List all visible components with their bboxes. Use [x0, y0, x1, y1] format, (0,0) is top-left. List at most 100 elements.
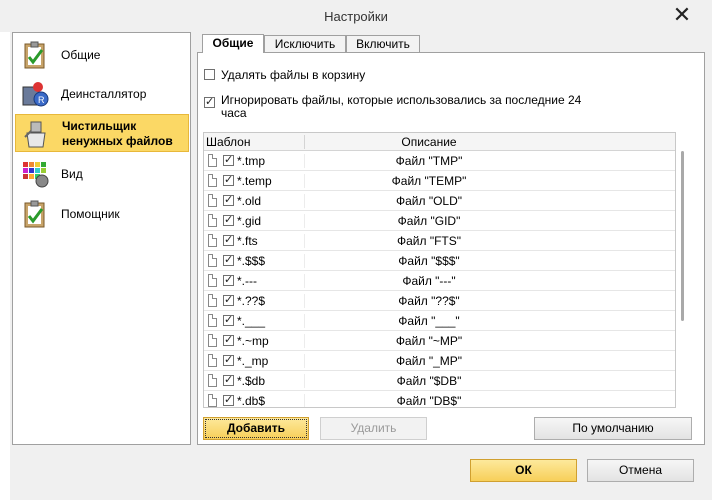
sidebar-item-assistant[interactable]: Помощник — [15, 195, 189, 233]
ok-button[interactable]: ОК — [470, 459, 577, 482]
view-palette-icon — [23, 162, 49, 188]
table-row[interactable]: *.fts Файл "FTS" — [204, 231, 675, 251]
document-icon — [208, 234, 217, 247]
row-description: Файл "_MP" — [304, 354, 553, 368]
row-pattern: *.$$$ — [237, 254, 266, 268]
table-row[interactable]: *.--- Файл "---" — [204, 271, 675, 291]
table-row[interactable]: *.temp Файл "TEMP" — [204, 171, 675, 191]
row-pattern: *.old — [237, 194, 262, 208]
sidebar-item-general[interactable]: Общие — [15, 36, 189, 74]
cancel-button[interactable]: Отмена — [587, 459, 694, 482]
row-checkbox[interactable] — [223, 353, 234, 366]
row-pattern: *.tmp — [237, 154, 266, 168]
document-icon — [208, 314, 217, 327]
window-title: Настройки — [324, 9, 388, 24]
row-pattern: *._mp — [237, 354, 269, 368]
document-icon — [208, 354, 217, 367]
table-row[interactable]: *.db$ Файл "DB$" — [204, 391, 675, 408]
add-button[interactable]: Добавить — [203, 417, 309, 440]
document-icon — [208, 374, 217, 387]
sidebar-item-junk-cleaner[interactable]: Чистильщик ненужных файлов — [15, 114, 189, 152]
sidebar-item-label: Помощник — [61, 207, 120, 221]
row-checkbox[interactable] — [223, 233, 234, 246]
close-icon[interactable]: ✕ — [670, 4, 694, 28]
tab-exclude[interactable]: Исключить — [264, 35, 346, 52]
sidebar-item-label: Вид — [61, 167, 83, 181]
row-description: Файл "??$" — [304, 294, 553, 308]
row-pattern: *.fts — [237, 234, 258, 248]
row-pattern: *.$db — [237, 374, 266, 388]
ignore-recent-checkbox[interactable] — [204, 95, 215, 108]
row-description: Файл "OLD" — [304, 194, 553, 208]
row-checkbox[interactable] — [223, 293, 234, 306]
table-row[interactable]: *.___ Файл "___" — [204, 311, 675, 331]
delete-button[interactable]: Удалить — [320, 417, 427, 440]
row-description: Файл "$DB" — [304, 374, 553, 388]
row-checkbox[interactable] — [223, 313, 234, 326]
row-description: Файл "---" — [304, 274, 553, 288]
row-pattern: *.??$ — [237, 294, 266, 308]
svg-text:R: R — [38, 95, 45, 105]
tab-general[interactable]: Общие — [202, 34, 264, 53]
list-scrollbar[interactable] — [676, 145, 690, 408]
table-row[interactable]: *.$$$ Файл "$$$" — [204, 251, 675, 271]
document-icon — [208, 274, 217, 287]
document-icon — [208, 174, 217, 187]
document-icon — [208, 154, 217, 167]
row-checkbox[interactable] — [223, 213, 234, 226]
row-checkbox[interactable] — [223, 273, 234, 286]
table-row[interactable]: *.gid Файл "GID" — [204, 211, 675, 231]
uninstall-icon: R — [22, 82, 49, 107]
document-icon — [208, 194, 217, 207]
table-row[interactable]: *.$db Файл "$DB" — [204, 371, 675, 391]
row-description: Файл "TEMP" — [304, 174, 553, 188]
sidebar-item-uninstaller[interactable]: R Деинсталлятор — [15, 75, 189, 113]
row-checkbox[interactable] — [223, 393, 234, 406]
row-description: Файл "___" — [304, 314, 553, 328]
column-header-description[interactable]: Описание — [304, 135, 553, 149]
recycle-bin-label: Удалять файлы в корзину — [221, 68, 366, 82]
title-bar: Настройки ✕ — [0, 0, 712, 32]
ignore-recent-label-line2: часа — [221, 106, 247, 120]
document-icon — [208, 254, 217, 267]
table-row[interactable]: *.old Файл "OLD" — [204, 191, 675, 211]
sidebar-item-label: Деинсталлятор — [61, 87, 147, 101]
settings-sidebar: Общие R Деинсталлятор Чистильщик ненужны… — [12, 32, 191, 445]
row-checkbox[interactable] — [223, 333, 234, 346]
recycle-bin-checkbox[interactable] — [204, 69, 215, 80]
row-description: Файл "GID" — [304, 214, 553, 228]
row-checkbox[interactable] — [223, 253, 234, 266]
row-checkbox[interactable] — [223, 193, 234, 206]
document-icon — [208, 334, 217, 347]
document-icon — [208, 394, 217, 407]
pattern-list[interactable]: Шаблон Описание *.tmp Файл "TMP" *.temp Фай… — [203, 132, 676, 408]
sidebar-item-label: Чистильщик ненужных файлов — [62, 119, 173, 148]
document-icon — [208, 294, 217, 307]
clipboard-check-icon — [24, 41, 45, 69]
row-description: Файл "TMP" — [304, 154, 553, 168]
row-checkbox[interactable] — [223, 173, 234, 186]
row-description: Файл "$$$" — [304, 254, 553, 268]
table-row[interactable]: *.~mp Файл "~MP" — [204, 331, 675, 351]
sidebar-item-label: Общие — [61, 48, 101, 62]
row-pattern: *.___ — [237, 314, 266, 328]
row-pattern: *.--- — [237, 274, 257, 288]
table-row[interactable]: *._mp Файл "_MP" — [204, 351, 675, 371]
ignore-recent-label: Игнорировать файлы, которые использовали… — [221, 94, 581, 120]
row-description: Файл "~MP" — [304, 334, 553, 348]
tab-include[interactable]: Включить — [346, 35, 420, 52]
assistant-check-icon — [24, 200, 45, 228]
row-pattern: *.gid — [237, 214, 262, 228]
row-checkbox[interactable] — [223, 373, 234, 386]
column-header-pattern[interactable]: Шаблон — [206, 135, 250, 149]
table-row[interactable]: *.tmp Файл "TMP" — [204, 151, 675, 171]
sidebar-item-view[interactable]: Вид — [15, 155, 189, 193]
row-description: Файл "DB$" — [304, 394, 553, 407]
scrollbar-thumb[interactable] — [681, 151, 684, 321]
table-row[interactable]: *.??$ Файл "??$" — [204, 291, 675, 311]
cleaner-icon — [24, 121, 46, 148]
row-pattern: *.db$ — [237, 394, 266, 408]
row-pattern: *.temp — [237, 174, 272, 188]
default-button[interactable]: По умолчанию — [534, 417, 692, 440]
row-checkbox[interactable] — [223, 153, 234, 166]
